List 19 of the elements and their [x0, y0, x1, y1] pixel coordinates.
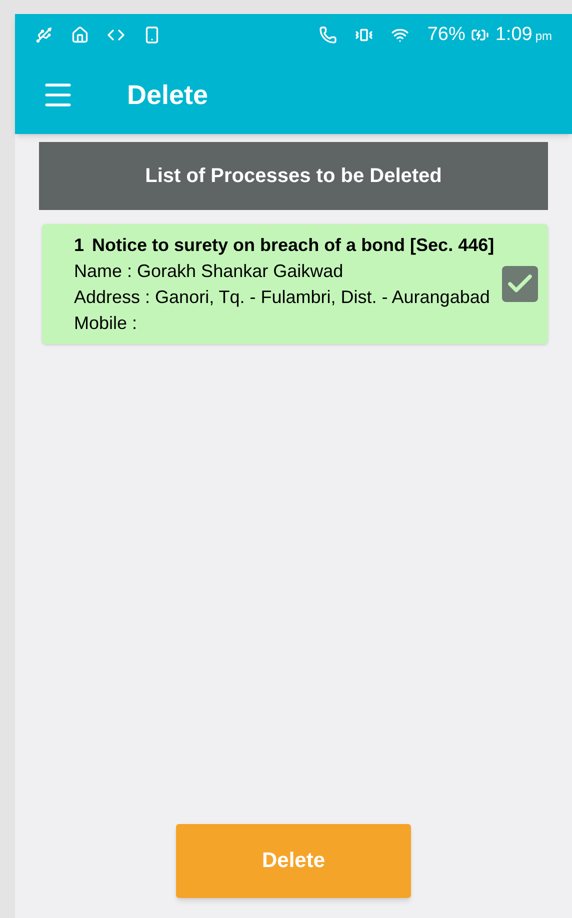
usb-icon — [35, 26, 53, 44]
screen-title: Delete — [127, 78, 208, 112]
address-text: Ganori, Tq. - Fulambri, Dist. - Aurangabad — [155, 286, 490, 309]
phone-icon — [319, 26, 338, 44]
wifi-icon — [391, 26, 410, 44]
delete-button[interactable]: Delete — [176, 824, 411, 898]
home-icon — [71, 26, 89, 44]
field-label: Name : — [74, 260, 132, 283]
battery-percent: 76% — [427, 22, 466, 47]
field-label: Mobile : — [74, 312, 138, 335]
list-header: List of Processes to be Deleted — [39, 142, 548, 210]
checkbox[interactable] — [502, 266, 538, 302]
clock-suffix: pm — [535, 28, 552, 45]
clock-time: 1:09 — [495, 22, 532, 47]
person-name: Gorakh Shankar Gaikwad — [137, 260, 344, 283]
field-label: Address : — [74, 286, 150, 309]
vibrate-icon — [355, 26, 374, 44]
process-number: 1 — [74, 234, 84, 257]
process-title: Notice to surety on breach of a bond [Sec. 446] — [92, 234, 494, 257]
